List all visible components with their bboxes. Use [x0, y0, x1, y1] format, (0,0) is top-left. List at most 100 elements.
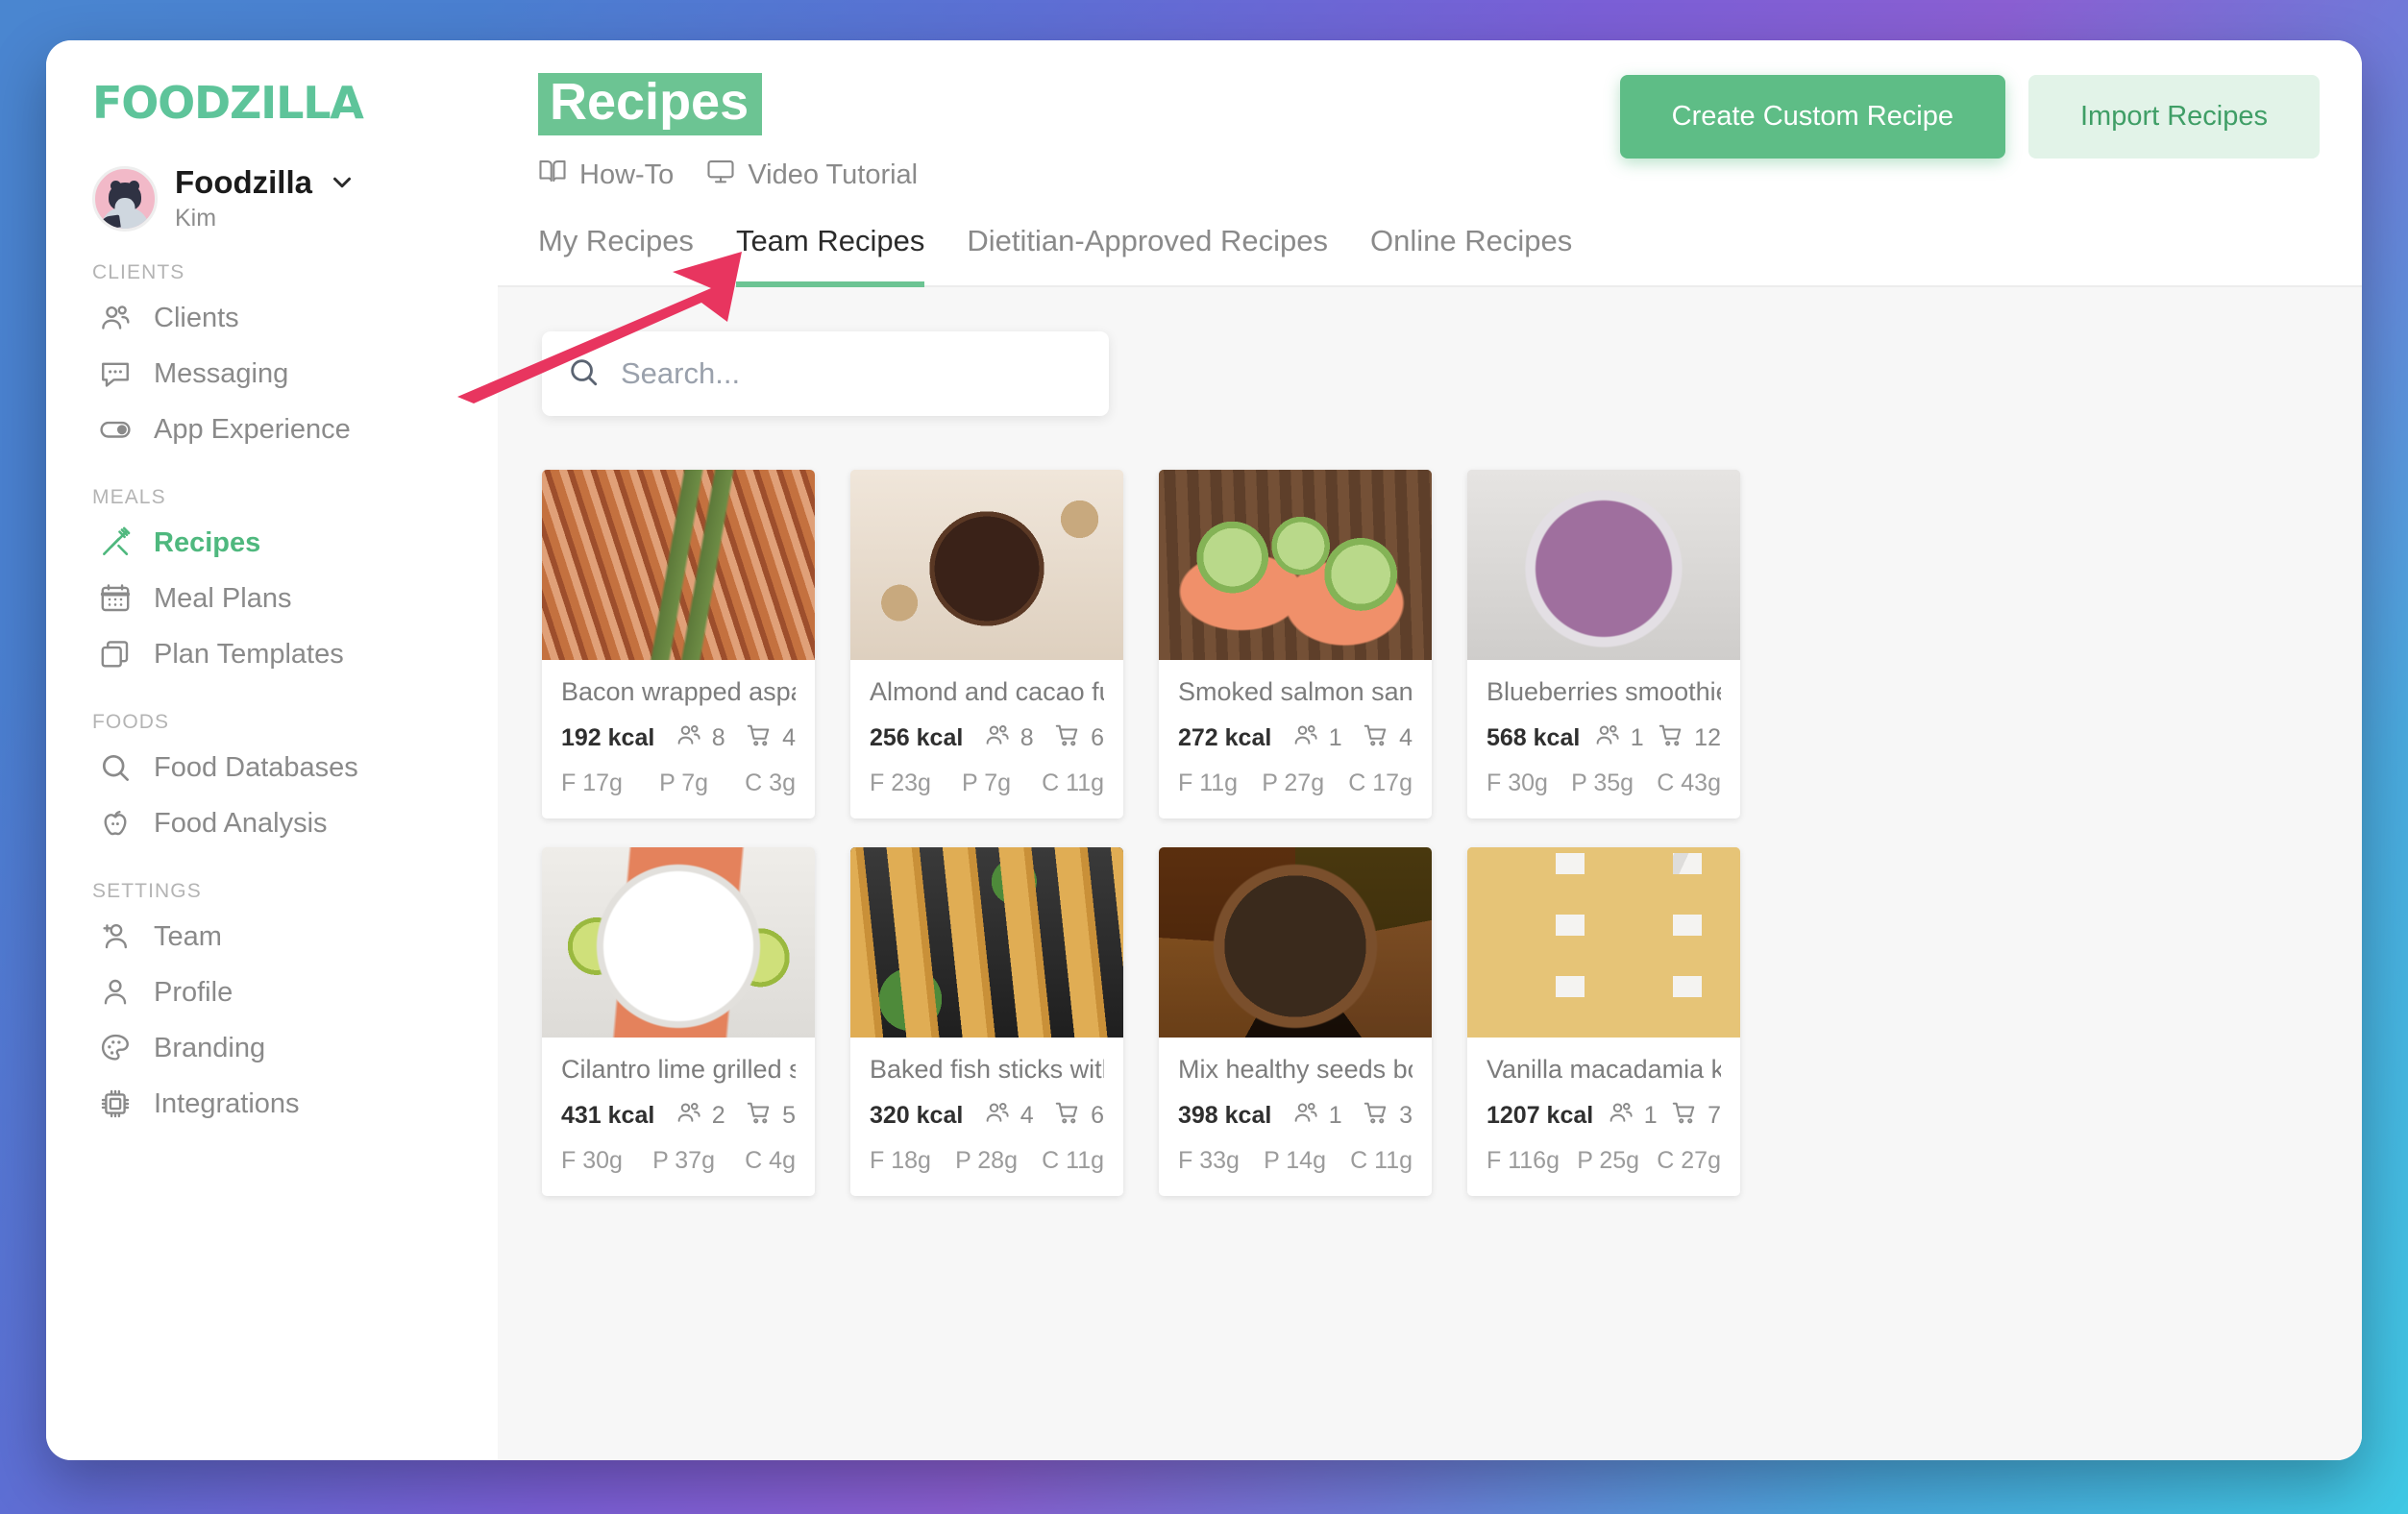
recipe-stats: 568 kcal 1 12 — [1487, 720, 1721, 756]
sidebar-item-clients[interactable]: Clients — [46, 290, 498, 346]
video-tutorial-link[interactable]: Video Tutorial — [706, 157, 918, 193]
macro-fat: F 30g — [561, 1147, 623, 1174]
search-input[interactable]: Search... — [542, 331, 1109, 416]
macro-carbs: C 3g — [745, 769, 796, 796]
sidebar-item-food-analysis[interactable]: Food Analysis — [46, 795, 498, 851]
recipe-card-body: Almond and cacao fudge 256 kcal 8 6 F 23g P 7… — [850, 660, 1123, 818]
recipe-calories: 320 kcal — [870, 1102, 964, 1129]
macro-fat: F 18g — [870, 1147, 931, 1174]
recipe-image — [850, 470, 1123, 660]
servings-count: 4 — [1020, 1102, 1034, 1129]
sidebar-item-label: App Experience — [154, 413, 351, 445]
recipe-card[interactable]: Almond and cacao fudge 256 kcal 8 6 F 23g P 7… — [850, 470, 1123, 818]
sidebar-item-team[interactable]: Team — [46, 909, 498, 965]
recipe-macros: F 116g P 25g C 27g — [1487, 1147, 1721, 1175]
sidebar-item-meal-plans[interactable]: Meal Plans — [46, 571, 498, 626]
macro-fat: F 116g — [1487, 1147, 1560, 1174]
recipe-calories: 1207 kcal — [1487, 1102, 1594, 1129]
macro-carbs: C 11g — [1042, 769, 1104, 796]
tab-online-recipes[interactable]: Online Recipes — [1370, 224, 1572, 287]
ingredients-count: 4 — [782, 724, 796, 751]
macro-protein: P 25g — [1577, 1147, 1640, 1174]
tab-team-recipes[interactable]: Team Recipes — [735, 224, 925, 287]
tab-my-recipes[interactable]: My Recipes — [538, 224, 694, 287]
recipe-macros: F 33g P 14g C 11g — [1178, 1147, 1413, 1175]
sidebar-group-title: MEALS — [92, 486, 166, 509]
sidebar-item-label: Profile — [154, 976, 233, 1008]
ingredients-count: 4 — [1399, 724, 1413, 751]
ingredients-count: 3 — [1399, 1102, 1413, 1129]
recipe-macros: F 17g P 7g C 3g — [561, 769, 796, 797]
sidebar-item-label: Messaging — [154, 357, 289, 389]
palette-icon — [98, 1031, 133, 1065]
recipe-title: Vanilla macadamia keto … — [1487, 1055, 1721, 1084]
recipe-macros: F 18g P 28g C 11g — [870, 1147, 1104, 1175]
sidebar-group-title: CLIENTS — [92, 261, 185, 284]
create-custom-recipe-button[interactable]: Create Custom Recipe — [1619, 75, 2005, 159]
recipe-ingredients: 4 — [1362, 720, 1413, 756]
tab-dietitian-approved-recipes[interactable]: Dietitian-Approved Recipes — [967, 224, 1328, 287]
recipe-stats: 1207 kcal 1 7 — [1487, 1098, 1721, 1134]
servings-count: 1 — [1630, 724, 1644, 751]
profile-name: Foodzilla — [175, 164, 312, 200]
sidebar-item-messaging[interactable]: Messaging — [46, 346, 498, 402]
content-area: Search... Bacon wrapped asparagus 192 kca… — [498, 287, 2362, 1460]
monitor-icon — [706, 157, 735, 193]
recipe-servings: 1 — [1291, 1098, 1342, 1134]
recipe-image — [1159, 470, 1432, 660]
macro-carbs: C 11g — [1350, 1147, 1413, 1174]
recipe-calories: 431 kcal — [561, 1102, 655, 1129]
sidebar-item-integrations[interactable]: Integrations — [46, 1076, 498, 1132]
recipe-image — [1159, 847, 1432, 1038]
recipe-card-body: Baked fish sticks with pa… 320 kcal 4 6 F 18… — [850, 1038, 1123, 1196]
recipe-servings: 8 — [675, 720, 725, 756]
cart-icon — [1670, 1098, 1699, 1134]
import-recipes-button[interactable]: Import Recipes — [2027, 75, 2320, 159]
sidebar-item-label: Branding — [154, 1032, 266, 1063]
cart-icon — [1053, 720, 1082, 756]
macro-protein: P 35g — [1571, 769, 1634, 796]
recipe-title: Baked fish sticks with pa… — [870, 1055, 1104, 1084]
recipe-servings: 1 — [1593, 720, 1644, 756]
profile-switcher[interactable]: Foodzilla Kim — [46, 129, 498, 232]
macro-carbs: C 17g — [1348, 769, 1413, 796]
toggle-switch-icon — [98, 412, 133, 447]
servings-count: 8 — [711, 724, 725, 751]
recipe-card[interactable]: Bacon wrapped asparagus 192 kcal 8 4 F 17g P … — [542, 470, 815, 818]
recipe-card[interactable]: Vanilla macadamia keto … 1207 kcal 1 7 F 116… — [1467, 847, 1740, 1196]
help-links: How-To Video Tutorial — [538, 157, 2362, 193]
sidebar-item-label: Clients — [154, 302, 239, 333]
macro-fat: F 11g — [1178, 769, 1239, 796]
recipe-title: Blueberries smoothies p… — [1487, 677, 1721, 706]
macro-fat: F 30g — [1487, 769, 1548, 796]
sidebar-item-branding[interactable]: Branding — [46, 1020, 498, 1076]
recipe-servings: 1 — [1607, 1098, 1658, 1134]
sidebar-item-label: Team — [154, 920, 222, 952]
macro-carbs: C 4g — [745, 1147, 796, 1174]
sidebar-item-app-experience[interactable]: App Experience — [46, 402, 498, 457]
recipe-macros: F 30g P 35g C 43g — [1487, 769, 1721, 797]
recipe-macros: F 30g P 37g C 4g — [561, 1147, 796, 1175]
recipe-card[interactable]: Blueberries smoothies p… 568 kcal 1 12 F 30g… — [1467, 470, 1740, 818]
recipe-card[interactable]: Cilantro lime grilled sal… 431 kcal 2 5 F 30… — [542, 847, 815, 1196]
servings-icon — [675, 720, 703, 756]
ingredients-count: 6 — [1091, 1102, 1104, 1129]
macro-protein: P 28g — [955, 1147, 1018, 1174]
cart-icon — [745, 1098, 774, 1134]
macro-protein: P 14g — [1264, 1147, 1326, 1174]
sidebar-item-plan-templates[interactable]: Plan Templates — [46, 626, 498, 682]
recipe-stats: 256 kcal 8 6 — [870, 720, 1104, 756]
chip-icon — [98, 1087, 133, 1121]
cart-icon — [1362, 1098, 1390, 1134]
macro-protein: P 37g — [652, 1147, 715, 1174]
chevron-down-icon[interactable] — [328, 168, 356, 197]
how-to-link[interactable]: How-To — [538, 157, 674, 193]
recipe-stats: 398 kcal 1 3 — [1178, 1098, 1413, 1134]
recipe-card[interactable]: Mix healthy seeds bowl … 398 kcal 1 3 F 33g P… — [1159, 847, 1432, 1196]
sidebar-item-recipes[interactable]: Recipes — [46, 515, 498, 571]
sidebar-item-food-databases[interactable]: Food Databases — [46, 740, 498, 795]
recipe-servings: 4 — [983, 1098, 1034, 1134]
sidebar-item-profile[interactable]: Profile — [46, 965, 498, 1020]
recipe-card[interactable]: Smoked salmon sandwic… 272 kcal 1 4 F 11g P 2… — [1159, 470, 1432, 818]
recipe-card[interactable]: Baked fish sticks with pa… 320 kcal 4 6 F 18… — [850, 847, 1123, 1196]
